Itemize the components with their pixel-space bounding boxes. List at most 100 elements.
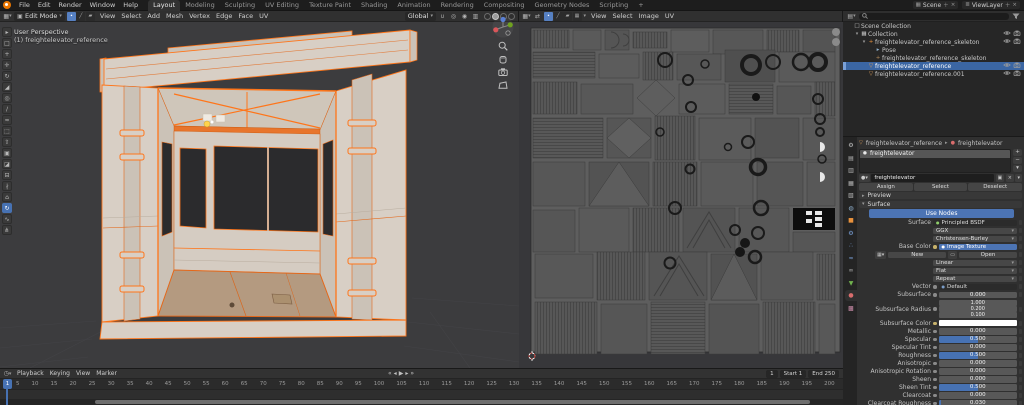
tool-properties-tab[interactable]: ⚙: [845, 140, 857, 151]
scene-selector[interactable]: ▦ Scene ＋ ×: [913, 1, 959, 9]
extension-dropdown[interactable]: Repeat▾: [933, 276, 1017, 283]
uv-menu-select[interactable]: Select: [609, 12, 635, 20]
disable-render-icon[interactable]: [1013, 62, 1021, 70]
open-image-button[interactable]: Open: [959, 252, 1017, 259]
value-slider[interactable]: 0.500: [939, 336, 1018, 343]
viewport-menu-mesh[interactable]: Mesh: [163, 12, 186, 20]
jump-to-start-button[interactable]: «: [388, 370, 392, 377]
jump-to-end-button[interactable]: »: [410, 370, 414, 377]
unlink-button[interactable]: ×: [1006, 174, 1014, 182]
workspace-tab-rendering[interactable]: Rendering: [436, 0, 479, 11]
viewport-canvas[interactable]: [0, 22, 519, 368]
render-properties-tab[interactable]: ▤: [845, 153, 857, 164]
poly-build-tool-icon[interactable]: ⌂: [2, 192, 12, 202]
timeline-scrollbar-handle[interactable]: [95, 400, 810, 404]
texture-properties-tab[interactable]: ▩: [845, 303, 857, 314]
output-properties-tab[interactable]: ▥: [845, 165, 857, 176]
prev-keyframe-button[interactable]: ◂: [394, 370, 397, 377]
blender-logo-icon[interactable]: [3, 1, 11, 9]
workspace-tab-animation[interactable]: Animation: [392, 0, 435, 11]
timeline-type-icon[interactable]: ◷▾: [3, 369, 12, 378]
keyframe-dot[interactable]: [1019, 369, 1022, 374]
keyframe-dot[interactable]: [1019, 353, 1022, 358]
rotate-tool-icon[interactable]: ↻: [2, 71, 12, 81]
viewport-menu-select[interactable]: Select: [118, 12, 144, 20]
timeline-menu-view[interactable]: View: [73, 370, 93, 377]
topbar-menu-edit[interactable]: Edit: [34, 1, 55, 9]
timeline-menu-keying[interactable]: Keying: [47, 370, 73, 377]
extrude-region-tool-icon[interactable]: ⇧: [2, 137, 12, 147]
deselect-button[interactable]: Deselect: [968, 183, 1022, 191]
uv-canvas[interactable]: [519, 22, 843, 368]
keyframe-dot[interactable]: [1019, 337, 1022, 342]
edge-select-button[interactable]: ╱: [76, 12, 85, 21]
workspace-tab-scripting[interactable]: Scripting: [594, 0, 633, 11]
filter-funnel-icon[interactable]: [1012, 13, 1020, 20]
breadcrumb-material[interactable]: freightelevator: [958, 140, 1003, 147]
keyframe-dot[interactable]: [1019, 292, 1022, 297]
xray-icon[interactable]: ▥: [471, 12, 480, 21]
uv-sticky-caret[interactable]: ▾: [584, 13, 587, 19]
preview-panel-header[interactable]: ▸Preview: [859, 192, 1022, 199]
outliner-row-freightelevator-reference-skeleton[interactable]: +freightelevator_reference_skeleton: [843, 54, 1024, 62]
measure-tool-icon[interactable]: ≈: [2, 115, 12, 125]
add-cube-tool-icon[interactable]: ⬚: [2, 126, 12, 136]
hide-eye-icon[interactable]: [1003, 70, 1011, 78]
snap-magnet-icon[interactable]: ∪: [438, 12, 447, 21]
keyframe-dot[interactable]: [1019, 307, 1022, 312]
viewport-menu-view[interactable]: View: [97, 12, 118, 20]
value-slider[interactable]: 0.000: [939, 392, 1018, 399]
keyframe-dot[interactable]: [1019, 361, 1022, 366]
folder-icon[interactable]: ▭: [948, 251, 957, 259]
disable-render-icon[interactable]: [1013, 38, 1021, 46]
pan-hand-icon[interactable]: [498, 54, 508, 64]
value-slider[interactable]: 0.000: [939, 292, 1018, 299]
uv-editor-type-icon[interactable]: ▦▾: [522, 12, 531, 21]
remove-slot-button[interactable]: −: [1013, 157, 1022, 164]
viewport-menu-edge[interactable]: Edge: [213, 12, 235, 20]
constraints-properties-tab[interactable]: ∞: [845, 265, 857, 276]
topbar-menu-window[interactable]: Window: [86, 1, 120, 9]
scale-tool-icon[interactable]: ◢: [2, 82, 12, 92]
keyframe-dot[interactable]: [1019, 345, 1022, 350]
add-slot-button[interactable]: +: [1013, 149, 1022, 156]
editor-type-icon[interactable]: ▦▾: [3, 12, 12, 21]
keyframe-dot[interactable]: [1019, 401, 1022, 405]
value-slider[interactable]: 0.030: [939, 400, 1018, 405]
surface-panel-header[interactable]: ▾Surface: [859, 201, 1022, 208]
outliner-row-freightelevator-reference-001[interactable]: ▽freightelevator_reference.001: [843, 70, 1024, 78]
base-color-node-button[interactable]: ● Image Texture: [939, 244, 1018, 251]
playhead[interactable]: 1: [3, 379, 12, 389]
scene-new-icon[interactable]: ＋: [943, 1, 949, 9]
outliner-type-icon[interactable]: ▤▾: [847, 12, 856, 21]
view-layer-new-icon[interactable]: ＋: [1005, 1, 1011, 9]
scene-properties-tab[interactable]: ▧: [845, 190, 857, 201]
hide-eye-icon[interactable]: [1003, 30, 1011, 38]
color-space-dropdown[interactable]: Linear▾: [933, 260, 1017, 267]
value-slider[interactable]: 0.000: [939, 344, 1018, 351]
slot-specials-button[interactable]: ▾: [1013, 165, 1022, 172]
move-tool-icon[interactable]: ✛: [2, 60, 12, 70]
viewport-menu-face[interactable]: Face: [235, 12, 256, 20]
workspace-tab-layout[interactable]: Layout: [148, 0, 180, 11]
uv-face-select-button[interactable]: ▰: [563, 12, 572, 21]
perspective-toggle-icon[interactable]: [498, 80, 508, 90]
orientation-dropdown[interactable]: Global▾: [405, 12, 436, 21]
outliner-search-input[interactable]: [859, 13, 1009, 20]
workspace-tab-compositing[interactable]: Compositing: [479, 0, 530, 11]
navigation-gizmo[interactable]: [492, 16, 514, 38]
color-swatch[interactable]: [939, 320, 1018, 326]
spin-tool-icon[interactable]: ↻: [2, 203, 12, 213]
timeline-ruler[interactable]: 5101520253035404550556065707580859095100…: [0, 379, 843, 390]
overlays-icon[interactable]: ◉: [460, 12, 469, 21]
world-properties-tab[interactable]: ◍: [845, 203, 857, 214]
zoom-icon[interactable]: [498, 41, 508, 51]
assign-button[interactable]: Assign: [859, 183, 913, 191]
knife-tool-icon[interactable]: ∤: [2, 181, 12, 191]
loop-cut-tool-icon[interactable]: ⊟: [2, 170, 12, 180]
vector-value-field[interactable]: 0.200: [939, 306, 1018, 312]
workspace-tab-sculpting[interactable]: Sculpting: [220, 0, 260, 11]
topbar-menu-help[interactable]: Help: [119, 1, 142, 9]
keyframe-dot[interactable]: [1019, 385, 1022, 390]
vector-value-field[interactable]: 0.100: [939, 312, 1018, 318]
